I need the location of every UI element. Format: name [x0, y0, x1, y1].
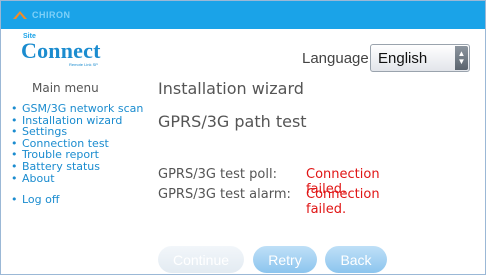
- back-button[interactable]: Back: [325, 246, 387, 273]
- menu-title: Main menu: [32, 81, 99, 95]
- language-selected-value: English: [378, 49, 428, 67]
- section-title: GPRS/3G path test: [158, 112, 307, 131]
- result-row-alarm: GPRS/3G test alarm: Connection failed.: [158, 187, 380, 217]
- page-title: Installation wizard: [158, 79, 304, 98]
- continue-button[interactable]: Continue: [158, 246, 244, 273]
- dropdown-arrow-icon[interactable]: ▲ ▼: [455, 46, 468, 70]
- menu-item-battery-status[interactable]: Battery status: [11, 161, 146, 173]
- language-select[interactable]: English ▲ ▼: [370, 44, 470, 72]
- app-frame: CHIRON Site Connect Remote Link SP Langu…: [0, 0, 486, 275]
- site-connect-logo: Site Connect Remote Link SP: [21, 33, 101, 67]
- result-row-poll: GPRS/3G test poll: Connection failed.: [158, 167, 380, 197]
- result-status: Connection failed.: [306, 187, 380, 217]
- menu-item-gsm-scan[interactable]: GSM/3G network scan: [11, 103, 146, 115]
- menu-item-about[interactable]: About: [11, 172, 146, 185]
- brand-name: CHIRON: [32, 10, 71, 20]
- top-bar: CHIRON: [1, 1, 485, 29]
- result-label: GPRS/3G test alarm:: [158, 187, 291, 202]
- language-label: Language:: [302, 50, 373, 67]
- chiron-logo-icon: [13, 11, 27, 19]
- menu-item-log-off[interactable]: Log off: [11, 194, 146, 206]
- brand: CHIRON: [11, 8, 71, 22]
- main-menu: GSM/3G network scan Installation wizard …: [11, 103, 146, 206]
- retry-button[interactable]: Retry: [253, 246, 317, 273]
- result-label: GPRS/3G test poll:: [158, 167, 277, 182]
